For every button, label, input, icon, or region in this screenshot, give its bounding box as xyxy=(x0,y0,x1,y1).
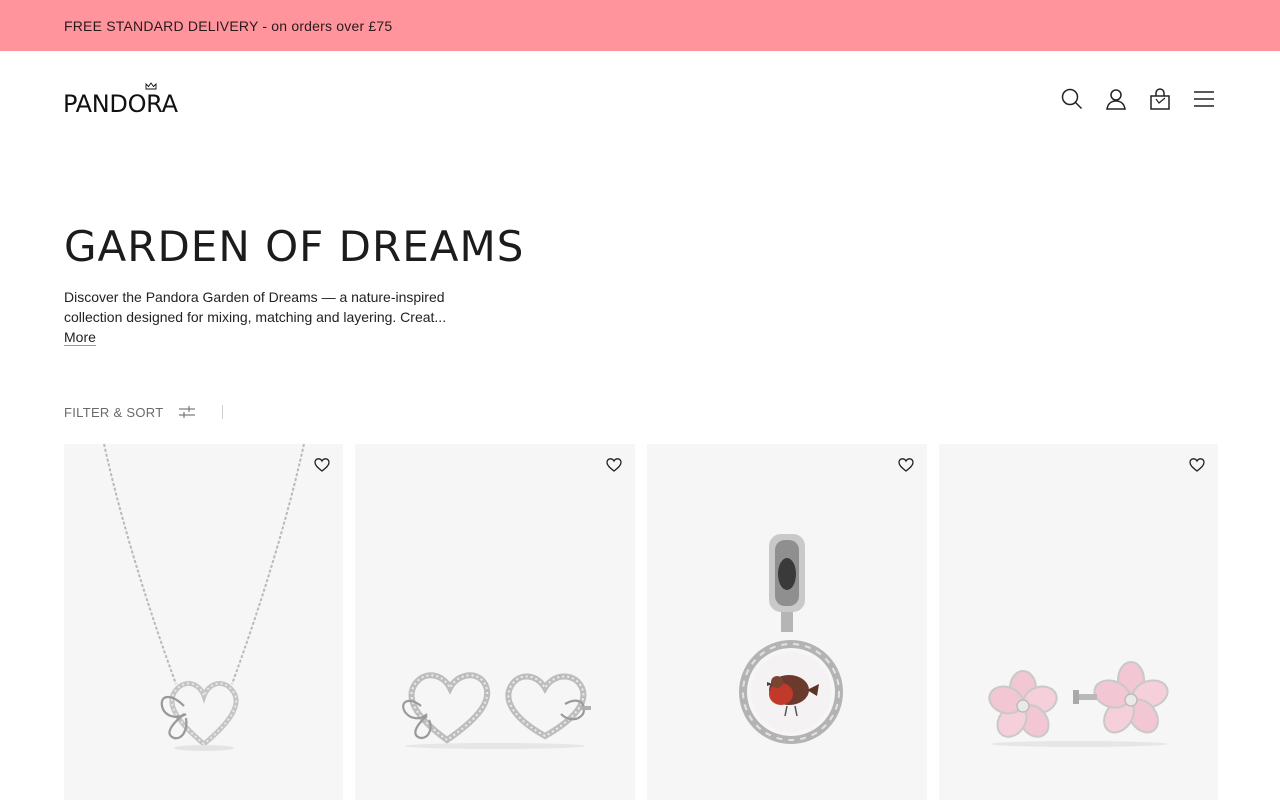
page-title: GARDEN OF DREAMS xyxy=(64,222,525,271)
product-card[interactable] xyxy=(355,444,635,800)
heart-butterfly-earrings-image xyxy=(402,672,591,749)
product-grid xyxy=(64,444,1218,800)
promo-text: FREE STANDARD DELIVERY - on orders over … xyxy=(64,17,393,34)
robin-charm-image xyxy=(739,534,843,744)
collection-description: Discover the Pandora Garden of Dreams — … xyxy=(64,289,447,325)
header-icons xyxy=(1060,87,1216,111)
logo-wordmark: PANDORA xyxy=(63,90,178,118)
product-card[interactable] xyxy=(64,444,343,800)
filter-sort-button[interactable]: FILTER & SORT xyxy=(64,405,196,420)
search-button[interactable] xyxy=(1060,87,1084,111)
menu-button[interactable] xyxy=(1192,87,1216,111)
heart-butterfly-necklace-image xyxy=(103,444,305,751)
bag-icon xyxy=(1150,88,1170,110)
pandora-logo[interactable]: PANDORA xyxy=(63,82,178,116)
crown-icon xyxy=(145,82,157,90)
product-card[interactable] xyxy=(939,444,1218,800)
sliders-icon xyxy=(178,406,195,418)
account-icon xyxy=(1106,89,1126,110)
site-header: PANDORA xyxy=(0,51,1280,147)
more-link[interactable]: More xyxy=(64,327,96,347)
flower-earrings-image xyxy=(988,661,1169,747)
filter-sort-label: FILTER & SORT xyxy=(64,404,164,420)
menu-icon xyxy=(1194,91,1214,107)
promo-banner: FREE STANDARD DELIVERY - on orders over … xyxy=(0,0,1280,51)
filter-bar: FILTER & SORT xyxy=(64,400,223,424)
filter-divider xyxy=(221,405,223,419)
bag-button[interactable] xyxy=(1148,87,1172,111)
account-button[interactable] xyxy=(1104,87,1128,111)
product-card[interactable] xyxy=(647,444,927,800)
search-icon xyxy=(1061,88,1083,110)
